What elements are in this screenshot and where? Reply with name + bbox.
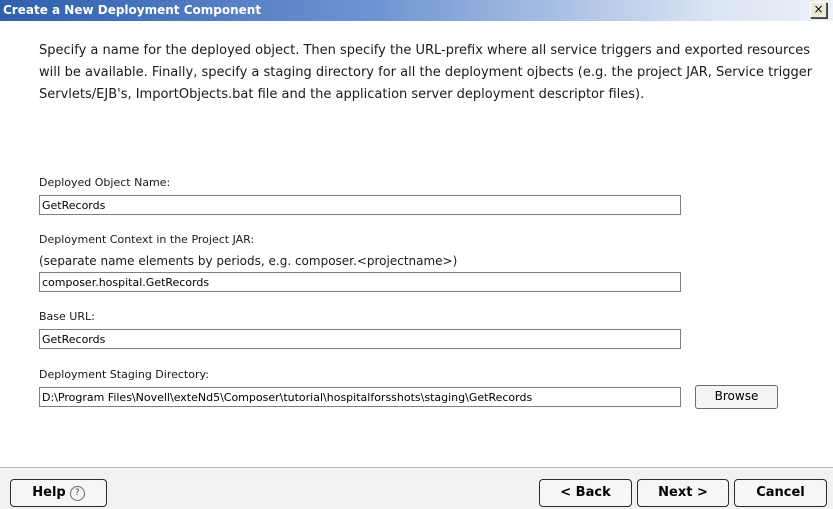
context-hint: (separate name elements by periods, e.g.… <box>39 254 458 268</box>
base-url-label: Base URL: <box>39 310 95 323</box>
help-button[interactable]: Help? <box>10 479 107 507</box>
staging-dir-input[interactable] <box>39 387 681 407</box>
object-name-label: Deployed Object Name: <box>39 176 171 189</box>
window-title: Create a New Deployment Component <box>3 3 262 17</box>
cancel-button[interactable]: Cancel <box>734 479 827 507</box>
next-button[interactable]: Next > <box>637 479 729 507</box>
title-bar: Create a New Deployment Component × <box>0 0 833 21</box>
deployment-component-dialog: Create a New Deployment Component × Spec… <box>0 0 833 509</box>
instructions-text: Specify a name for the deployed object. … <box>39 43 813 102</box>
button-bar: Help? < Back Next > Cancel <box>0 468 833 509</box>
context-input[interactable] <box>39 272 681 292</box>
help-icon: ? <box>69 486 85 501</box>
back-button[interactable]: < Back <box>539 479 632 507</box>
staging-dir-label: Deployment Staging Directory: <box>39 368 209 381</box>
context-label: Deployment Context in the Project JAR: <box>39 233 255 246</box>
object-name-input[interactable] <box>39 195 681 215</box>
close-icon: × <box>813 2 824 16</box>
close-button[interactable]: × <box>810 2 827 18</box>
browse-button[interactable]: Browse <box>695 385 778 409</box>
base-url-input[interactable] <box>39 329 681 349</box>
help-label: Help <box>32 485 66 500</box>
